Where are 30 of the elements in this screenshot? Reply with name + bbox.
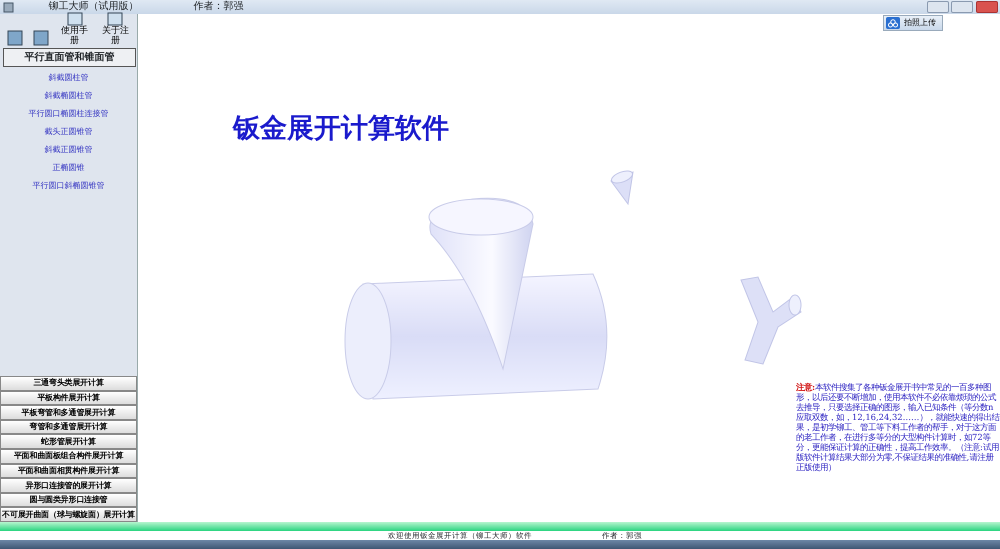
category-header[interactable]: 平行直面管和锥面管 bbox=[3, 48, 136, 67]
shape-list-item[interactable]: 斜截正圆锥管 bbox=[0, 141, 137, 159]
upload-button[interactable]: 拍照上传 bbox=[883, 15, 943, 31]
category-button[interactable]: 异形口连接管的展开计算 bbox=[0, 478, 137, 493]
cloud-icon bbox=[886, 17, 900, 29]
window-icon bbox=[66, 12, 83, 26]
shape-list-item[interactable]: 平行圆口椭圆柱连接管 bbox=[0, 105, 137, 123]
close-button[interactable] bbox=[976, 1, 998, 13]
notice-paragraph: 注意:本软件搜集了各种钣金展开书中常见的一百多种图形，以后还要不断增加，使用本软件不必依靠烦琐的公式去推导，只要选择正确的图形，输入已知条件（等分数n应取双数，如，12,16,24,32……），就能快速的得出结果，是初学铆工、管工等下料工作者的帮手，对于这方面的老工作者，在进行多等分的大型构件计算时，如72等分，更能保证计算的正确性，提高工作效率。（注意:试用版软件计算结果大部分为零,不保证结果的准确性,请注册正版使用） bbox=[796, 382, 1000, 472]
shape-list-item[interactable]: 平行圆口斜椭圆锥管 bbox=[0, 177, 137, 195]
toolbar-button[interactable]: 使用手册 bbox=[56, 12, 94, 46]
category-button[interactable]: 三通弯头类展开计算 bbox=[0, 376, 137, 391]
category-button[interactable]: 平面和曲面相贯构件展开计算 bbox=[0, 464, 137, 478]
window-title: 铆工大师（试用版） bbox=[48, 0, 138, 14]
main-title: 钣金展开计算软件 bbox=[233, 112, 449, 146]
shape-list-item[interactable]: 斜截圆柱管 bbox=[0, 69, 137, 87]
category-button[interactable]: 圆与圆类异形口连接管 bbox=[0, 492, 137, 508]
app-icon bbox=[2, 2, 14, 12]
category-button[interactable]: 平板构件展开计算 bbox=[0, 390, 137, 406]
shape-list-item[interactable]: 正椭圆锥 bbox=[0, 159, 137, 177]
category-button[interactable]: 平面和曲面板组合构件展开计算 bbox=[0, 449, 137, 464]
category-button[interactable]: 不可展开曲面（球与螺旋面）展开计算 bbox=[0, 507, 137, 522]
window-author: 作者：郭强 bbox=[194, 0, 244, 14]
category-button[interactable]: 平板弯管和多通管展开计算 bbox=[0, 405, 137, 420]
window-icon bbox=[107, 12, 124, 26]
category-button[interactable]: 蛇形管展开计算 bbox=[0, 434, 137, 450]
shape-list-item[interactable]: 截头正圆锥管 bbox=[0, 123, 137, 141]
shape-list-item[interactable]: 斜截椭圆柱管 bbox=[0, 87, 137, 105]
category-button[interactable]: 弯管和多通管展开计算 bbox=[0, 420, 137, 434]
toolbar-button[interactable]: 关于注册 bbox=[96, 12, 134, 46]
